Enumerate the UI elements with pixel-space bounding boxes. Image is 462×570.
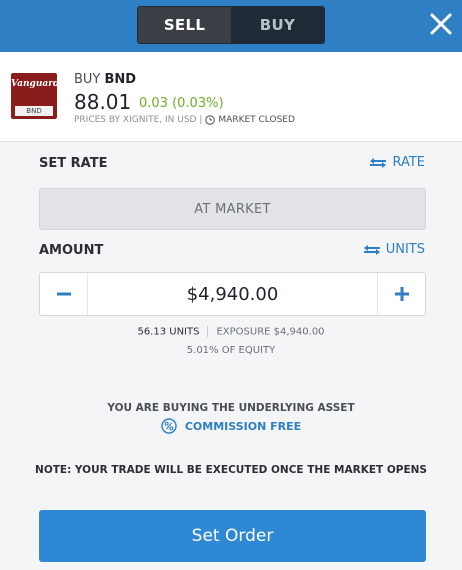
buy-tab[interactable]: BUY <box>231 7 324 43</box>
vanguard-logo: Vanguard BND <box>11 73 60 119</box>
price-change: 0.03 (0.03%) <box>139 96 224 111</box>
instrument-title: BUY BND <box>74 72 136 87</box>
rate-toggle-label: RATE <box>392 155 425 170</box>
top-bar: SELL BUY <box>0 0 462 52</box>
logo-ticker-text: BND <box>15 106 53 116</box>
set-rate-label: SET RATE <box>39 156 108 171</box>
market-status: MARKET CLOSED <box>218 115 295 125</box>
amount-stepper <box>39 272 426 316</box>
zero-percent-icon <box>161 418 177 434</box>
close-icon <box>430 13 452 35</box>
logo-brand-text: Vanguard <box>11 79 60 89</box>
sell-tab[interactable]: SELL <box>138 7 231 43</box>
action-label: BUY <box>74 72 101 87</box>
instrument-header <box>0 52 462 142</box>
at-market-button[interactable]: AT MARKET <box>39 188 426 230</box>
decrease-button[interactable] <box>40 273 88 315</box>
market-open-note: NOTE: YOUR TRADE WILL BE EXECUTED ONCE T… <box>35 464 427 476</box>
close-button[interactable] <box>428 11 454 37</box>
units-toggle-link[interactable]: UNITS <box>363 242 425 257</box>
increase-button[interactable] <box>377 273 425 315</box>
set-order-button[interactable]: Set Order <box>39 510 426 562</box>
divider <box>207 326 209 337</box>
swap-arrows-icon <box>370 157 387 168</box>
minus-icon <box>56 292 71 296</box>
amount-details: 56.13 UNITS EXPOSURE $4,940.00 <box>0 326 462 338</box>
symbol-label: BND <box>104 72 137 87</box>
underlying-asset-notice: YOU ARE BUYING THE UNDERLYING ASSET <box>107 402 355 414</box>
equity-value: 5.01% OF EQUITY <box>186 345 276 356</box>
units-toggle-label: UNITS <box>385 242 425 257</box>
plus-icon <box>394 287 409 301</box>
source-text: PRICES BY XIGNITE, IN USD | <box>74 115 203 125</box>
sell-buy-toggle: SELL BUY <box>137 6 325 44</box>
amount-input[interactable] <box>88 273 377 315</box>
price-source: PRICES BY XIGNITE, IN USD | MARKET CLOSE… <box>74 115 295 125</box>
commission-free-label: COMMISSION FREE <box>184 419 302 433</box>
clock-icon <box>205 115 216 125</box>
commission-free-link[interactable]: COMMISSION FREE <box>0 418 462 434</box>
price-value: 88.01 <box>74 90 132 114</box>
units-value: 56.13 UNITS <box>137 326 200 338</box>
swap-arrows-icon <box>363 244 380 255</box>
rate-toggle-link[interactable]: RATE <box>369 155 425 170</box>
amount-label: AMOUNT <box>39 243 104 258</box>
exposure-value: EXPOSURE $4,940.00 <box>216 326 325 338</box>
